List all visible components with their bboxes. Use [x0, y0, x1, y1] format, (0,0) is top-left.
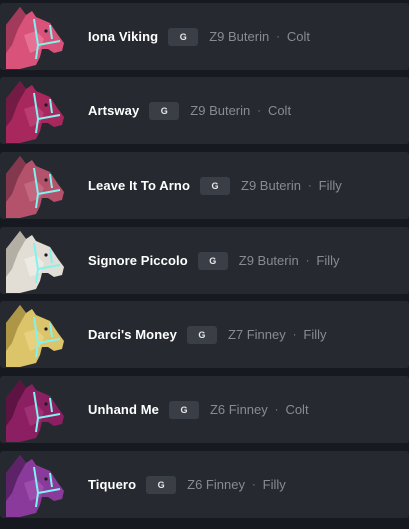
horse-zone: Z6 Finney [209, 402, 268, 417]
horse-avatar-icon [6, 154, 66, 218]
horse-zone: Z7 Finney [227, 327, 286, 342]
horse-gender: Colt [267, 103, 292, 118]
separator-dot: · [276, 30, 280, 43]
separator-dot: · [305, 254, 310, 267]
separator-dot: · [251, 478, 256, 491]
horse-name: Artsway [88, 103, 140, 118]
horse-gender: Filly [303, 327, 327, 342]
horse-info: Artsway G Z9 Buterin · Colt [88, 77, 291, 144]
horse-zone: Z9 Buterin [238, 253, 299, 268]
horse-avatar-icon [6, 5, 66, 69]
separator-dot: · [292, 328, 297, 341]
horse-zone: Z9 Buterin [209, 29, 270, 44]
horse-avatar-icon [6, 378, 66, 442]
horse-row[interactable]: Artsway G Z9 Buterin · Colt [0, 77, 409, 144]
horse-name: Darci's Money [88, 327, 177, 342]
horse-info: Tiquero G Z6 Finney · Filly [88, 451, 286, 518]
horse-row[interactable]: Iona Viking G Z9 Buterin · Colt [0, 3, 409, 70]
horse-zone: Z9 Buterin [241, 178, 301, 193]
horse-info: Iona Viking G Z9 Buterin · Colt [88, 3, 310, 70]
separator-dot: · [274, 403, 279, 416]
horse-info: Signore Piccolo G Z9 Buterin · Filly [88, 227, 340, 294]
horse-name: Leave It To Arno [88, 178, 191, 193]
generation-badge: G [146, 475, 177, 494]
horse-avatar-icon [6, 229, 66, 293]
horse-list: Iona Viking G Z9 Buterin · Colt Artsway … [0, 0, 409, 529]
horse-name: Unhand Me [88, 402, 159, 417]
horse-zone: Z9 Buterin [190, 103, 251, 118]
horse-avatar-icon [6, 453, 66, 517]
horse-gender: Colt [286, 29, 310, 44]
horse-row[interactable]: Signore Piccolo G Z9 Buterin · Filly [0, 227, 409, 294]
horse-gender: Filly [262, 477, 286, 492]
horse-row[interactable]: Leave It To Arno G Z9 Buterin · Filly [0, 152, 409, 219]
horse-name: Tiquero [88, 477, 137, 492]
horse-gender: Filly [318, 178, 342, 193]
generation-badge: G [197, 251, 228, 270]
horse-avatar-icon [6, 79, 66, 143]
horse-row[interactable]: Darci's Money G Z7 Finney · Filly [0, 301, 409, 368]
horse-info: Leave It To Arno G Z9 Buterin · Filly [88, 152, 342, 219]
separator-dot: · [257, 104, 261, 117]
generation-badge: G [168, 400, 199, 419]
horse-gender: Filly [316, 253, 340, 268]
horse-name: Signore Piccolo [88, 253, 188, 268]
horse-row[interactable]: Unhand Me G Z6 Finney · Colt [0, 376, 409, 443]
generation-badge: G [186, 325, 217, 344]
separator-dot: · [308, 179, 312, 192]
generation-badge: G [168, 27, 199, 46]
generation-badge: G [200, 176, 231, 195]
horse-gender: Colt [285, 402, 309, 417]
horse-row[interactable]: Tiquero G Z6 Finney · Filly [0, 451, 409, 518]
horse-zone: Z6 Finney [187, 477, 245, 492]
horse-info: Darci's Money G Z7 Finney · Filly [88, 301, 327, 368]
horse-avatar-icon [6, 303, 66, 367]
generation-badge: G [149, 101, 180, 120]
horse-info: Unhand Me G Z6 Finney · Colt [88, 376, 309, 443]
horse-name: Iona Viking [88, 29, 159, 44]
